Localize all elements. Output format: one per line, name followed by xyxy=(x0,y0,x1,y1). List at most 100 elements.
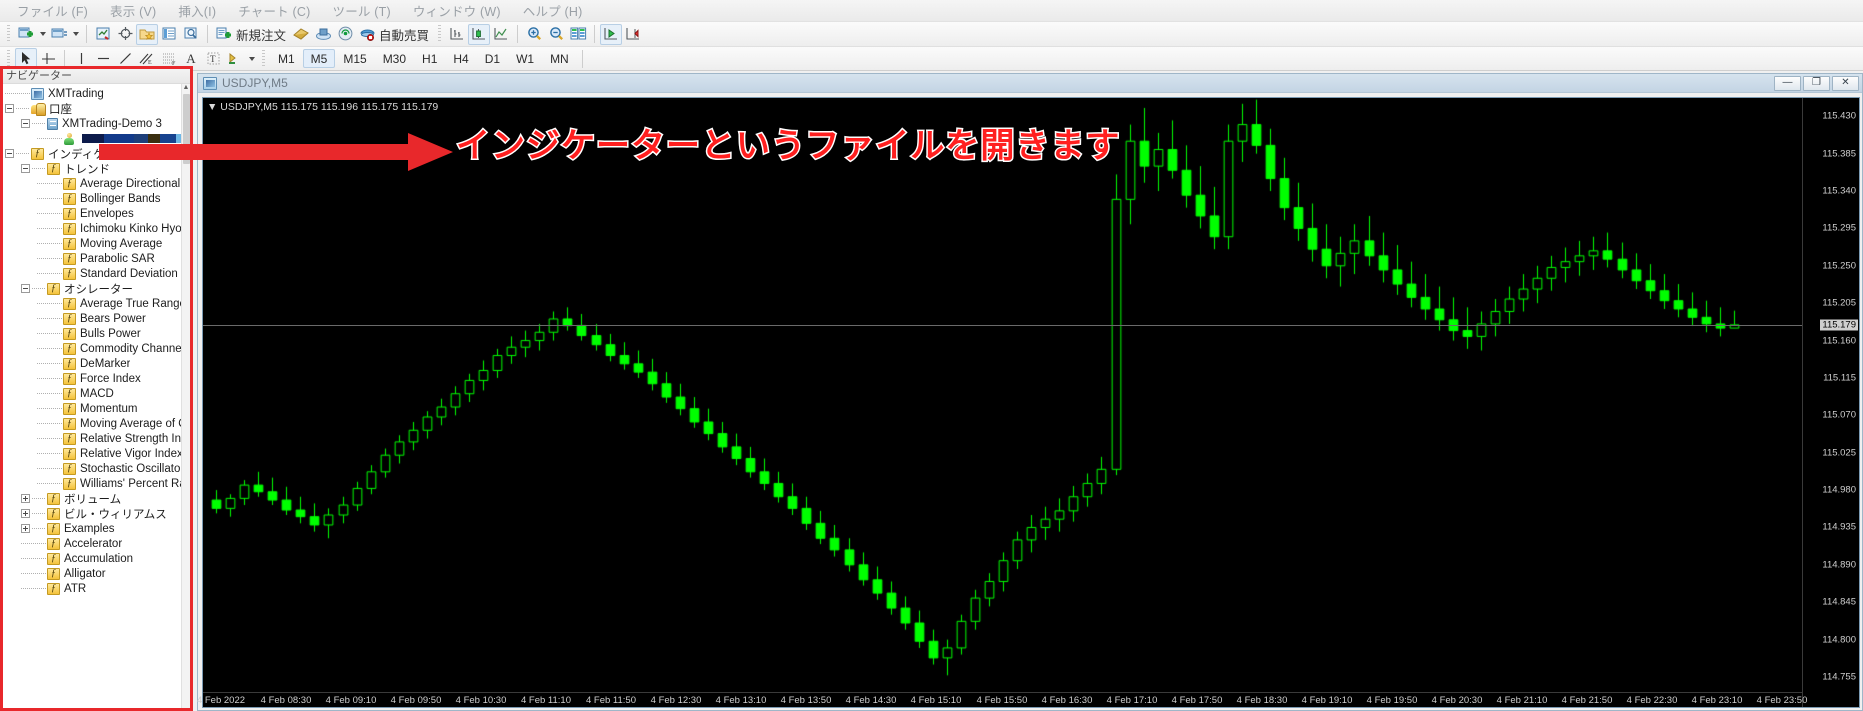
time-axis[interactable]: 4 Feb 2022 4 Feb 08:30 4 Feb 09:10 4 Feb 09… xyxy=(197,692,1807,707)
timeframe-w1[interactable]: W1 xyxy=(508,49,542,68)
toolbar-grip-2[interactable] xyxy=(436,25,444,43)
timeframe-m5[interactable]: M5 xyxy=(302,49,336,68)
tree-item[interactable]: Bulls Power xyxy=(3,326,190,341)
timeframe-m15[interactable]: M15 xyxy=(335,49,374,68)
data-window-icon[interactable] xyxy=(114,24,136,45)
tree-item[interactable]: Ichimoku Kinko Hyo xyxy=(3,221,190,236)
tree-item[interactable]: Envelopes xyxy=(3,206,190,221)
tree-item[interactable]: Moving Average of Os xyxy=(3,416,190,431)
profiles-icon[interactable] xyxy=(48,24,70,45)
chart-titlebar[interactable]: USDJPY,M5 — ❐ ✕ xyxy=(198,74,1862,93)
tree-item[interactable]: Examples xyxy=(3,521,190,536)
tree-item[interactable]: Bears Power xyxy=(3,311,190,326)
tree-item[interactable]: オシレーター xyxy=(3,281,190,296)
tree-item[interactable]: Commodity Channel In xyxy=(3,341,190,356)
tree-item[interactable]: Accelerator xyxy=(3,536,190,551)
auto-trading-label[interactable]: 自動売買 xyxy=(378,25,433,44)
restore-button[interactable]: ❐ xyxy=(1803,75,1830,91)
text-label-icon[interactable]: T xyxy=(202,48,224,69)
tree-item[interactable]: Williams' Percent Rang xyxy=(3,476,190,491)
collapse-icon[interactable] xyxy=(21,164,30,173)
menu-view[interactable]: 表示 (V) xyxy=(99,0,167,22)
tree-item[interactable]: ビル・ウィリアムス xyxy=(3,506,190,521)
timeframe-m30[interactable]: M30 xyxy=(375,49,414,68)
candlestick-chart-icon[interactable] xyxy=(468,23,491,45)
tree-item[interactable]: Relative Vigor Index xyxy=(3,446,190,461)
tree-item[interactable]: XMTrading xyxy=(3,86,190,101)
menu-insert[interactable]: 挿入(I) xyxy=(167,0,227,22)
profiles-dropdown-icon[interactable] xyxy=(70,24,81,45)
mql5-community-icon[interactable] xyxy=(312,24,334,45)
person-icon xyxy=(63,132,75,145)
tree-item[interactable]: DeMarker xyxy=(3,356,190,371)
tree-item[interactable]: ATR xyxy=(3,581,190,596)
tree-item[interactable]: Alligator xyxy=(3,566,190,581)
tree-item[interactable]: Standard Deviation xyxy=(3,266,190,281)
tree-item[interactable]: Accumulation xyxy=(3,551,190,566)
tree-item[interactable]: Bollinger Bands xyxy=(3,191,190,206)
tree-item[interactable]: 口座 xyxy=(3,101,190,116)
expand-icon[interactable] xyxy=(21,524,30,533)
price-axis[interactable]: 115.430 115.385 115.340 115.295 115.250 115.2… xyxy=(1802,98,1859,707)
navigator-icon[interactable] xyxy=(136,23,158,45)
tree-item[interactable]: Force Index xyxy=(3,371,190,386)
scroll-up-icon[interactable]: ▲ xyxy=(182,84,190,93)
timeframe-d1[interactable]: D1 xyxy=(477,49,508,68)
auto-scroll-icon[interactable] xyxy=(600,23,623,45)
chart-shift-icon[interactable] xyxy=(622,24,644,45)
toolbar-grip[interactable] xyxy=(5,25,12,43)
tree-connector xyxy=(5,93,30,94)
market-watch-icon[interactable] xyxy=(92,24,114,45)
new-order-label[interactable]: 新規注文 xyxy=(235,25,290,44)
timeframe-h1[interactable]: H1 xyxy=(414,49,445,68)
shapes-dropdown-icon[interactable] xyxy=(246,48,257,69)
timeframe-h4[interactable]: H4 xyxy=(445,49,476,68)
minimize-button[interactable]: — xyxy=(1774,75,1801,91)
metaeditor-icon[interactable] xyxy=(290,24,312,45)
tree-item[interactable]: Average True Range xyxy=(3,296,190,311)
fx-icon xyxy=(47,522,60,535)
toolbar-grip-3[interactable] xyxy=(5,49,12,68)
tree-item[interactable]: Average Directional Mo xyxy=(3,176,190,191)
collapse-icon[interactable] xyxy=(21,284,30,293)
server-icon xyxy=(47,117,58,130)
new-chart-icon[interactable] xyxy=(15,24,37,45)
tree-item[interactable]: Parabolic SAR xyxy=(3,251,190,266)
new-order-icon[interactable] xyxy=(213,24,235,45)
menu-file[interactable]: ファイル (F) xyxy=(6,0,99,22)
expand-icon[interactable] xyxy=(21,494,30,503)
signals-icon[interactable] xyxy=(334,24,356,45)
tree-item[interactable]: Moving Average xyxy=(3,236,190,251)
menu-window[interactable]: ウィンドウ (W) xyxy=(402,0,512,22)
strategy-tester-icon[interactable] xyxy=(180,24,202,45)
tree-item[interactable]: Momentum xyxy=(3,401,190,416)
menu-tools[interactable]: ツール (T) xyxy=(322,0,402,22)
expert-advisors-icon[interactable] xyxy=(356,24,378,45)
line-chart-icon[interactable] xyxy=(490,24,512,45)
tree-item-label: Accumulation xyxy=(64,552,134,565)
menu-chart[interactable]: チャート (C) xyxy=(227,0,321,22)
tree-item[interactable]: Relative Strength Index xyxy=(3,431,190,446)
chart-area[interactable]: ▼ USDJPY,M5 115.175 115.196 115.175 115.… xyxy=(197,97,1860,708)
expand-icon[interactable] xyxy=(21,509,30,518)
tree-item[interactable]: MACD xyxy=(3,386,190,401)
bar-chart-icon[interactable] xyxy=(446,24,468,45)
timeframe-m1[interactable]: M1 xyxy=(270,49,303,68)
zoom-out-icon[interactable] xyxy=(545,24,567,45)
navigator-scrollbar[interactable]: ▲ xyxy=(181,84,190,708)
tile-windows-icon[interactable] xyxy=(567,24,589,45)
menu-help[interactable]: ヘルプ (H) xyxy=(512,0,594,22)
tree-item[interactable]: Stochastic Oscillator xyxy=(3,461,190,476)
collapse-icon[interactable] xyxy=(5,149,14,158)
tree-item[interactable]: XMTrading-Demo 3 xyxy=(3,116,190,131)
timeframe-mn[interactable]: MN xyxy=(542,49,577,68)
shapes-icon[interactable] xyxy=(224,48,246,69)
close-button[interactable]: ✕ xyxy=(1832,75,1859,91)
toolbar-grip-4[interactable] xyxy=(260,49,267,68)
collapse-icon[interactable] xyxy=(5,104,14,113)
new-chart-dropdown-icon[interactable] xyxy=(37,24,48,45)
tree-item[interactable]: ボリューム xyxy=(3,491,190,506)
collapse-icon[interactable] xyxy=(21,119,30,128)
zoom-in-icon[interactable] xyxy=(523,24,545,45)
terminal-icon[interactable] xyxy=(158,24,180,45)
